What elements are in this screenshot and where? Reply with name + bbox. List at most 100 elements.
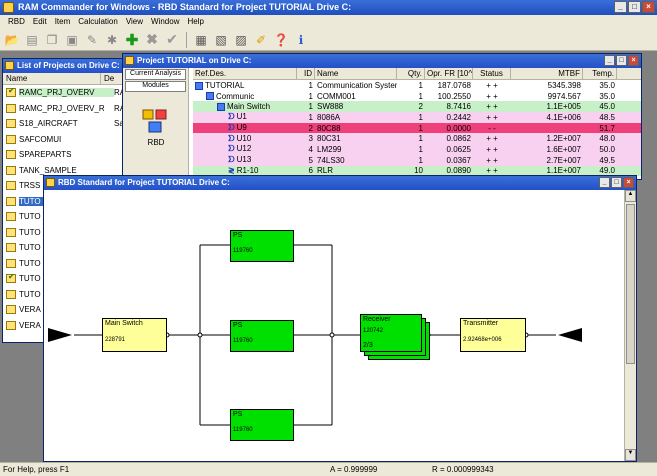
table-row[interactable]: Communic 1 COMM001 1 100.2550 + + 9974.567 35.0	[193, 91, 641, 102]
cell-temp: 35.0	[599, 91, 615, 101]
open-icon[interactable]: ▤	[23, 31, 41, 49]
maximize-button[interactable]: □	[616, 55, 627, 66]
notes-icon[interactable]: ✐	[252, 31, 270, 49]
ref-des-text: R1-10	[236, 166, 259, 176]
project-name: SAFCOMUI	[19, 134, 62, 144]
project-list-item[interactable]: RAMC_PRJ_OVERV_RRAM	[3, 101, 141, 117]
col-id[interactable]: ID	[297, 68, 315, 79]
minimize-button[interactable]: _	[614, 1, 627, 13]
status-availability: A = 0.999999	[330, 465, 378, 474]
status-help: For Help, press F1	[3, 465, 70, 474]
column-name[interactable]: Name	[3, 73, 101, 84]
minimize-button[interactable]: _	[604, 55, 615, 66]
col-qty[interactable]: Qty.	[397, 68, 425, 79]
cell-fr: 0.0367	[446, 155, 471, 165]
cell-name: 8086A	[317, 112, 341, 122]
scroll-thumb[interactable]	[626, 204, 635, 364]
table-row[interactable]: ᗤ U1 1 8086A 1 0.2442 + + 4.1E+006 48.5	[193, 112, 641, 123]
rbd-module-icon[interactable]	[141, 108, 169, 134]
toolbar-separator	[186, 31, 187, 48]
rbd-title: RBD Standard for Project TUTORIAL Drive …	[58, 178, 230, 187]
table-row[interactable]: TUTORIAL 1 Communication System 1 187.0768 + …	[193, 80, 641, 91]
table-row[interactable]: Main Switch 1 SW888 2 8.7416 + + 1.1E+005 45.0	[193, 101, 641, 113]
table-icon[interactable]: ▦	[192, 31, 210, 49]
table-row[interactable]: ᗤ U10 3 80C31 1 0.0862 + + 1.2E+007 48.0	[193, 133, 641, 145]
table-row[interactable]: ᗤ U12 4 LM299 1 0.0625 + + 1.6E+007 50.0	[193, 144, 641, 155]
close-button[interactable]: ×	[628, 55, 639, 66]
project-list-item[interactable]: S18_AIRCRAFTSafe	[3, 116, 141, 132]
menu-help[interactable]: Help	[183, 15, 207, 29]
project-tree-grid: Ref.Des. ID Name Qty. Opr. FR [10^-6] St…	[193, 68, 641, 177]
open-folder-icon[interactable]: 📂	[3, 31, 21, 49]
project-list-item[interactable]: RAMC_PRJ_OVERVRAM	[3, 85, 141, 101]
block-ps-2[interactable]: PS 119760	[230, 320, 294, 352]
cell-id: 1	[308, 102, 313, 112]
col-failure-rate[interactable]: Opr. FR [10^-6]	[425, 68, 473, 79]
close-button[interactable]: ×	[623, 177, 634, 188]
folder-icon	[6, 119, 16, 129]
scroll-down-icon[interactable]: ▼	[625, 449, 636, 461]
rbd-vertical-scrollbar[interactable]: ▲ ▼	[624, 190, 636, 461]
rbd-end-terminal	[558, 328, 582, 342]
col-temp[interactable]: Temp.	[583, 68, 617, 79]
menu-item[interactable]: Item	[51, 15, 75, 29]
report-icon[interactable]: ▧	[212, 31, 230, 49]
cell-mtbf: 1.2E+007	[546, 134, 581, 144]
menu-view[interactable]: View	[122, 15, 147, 29]
help-icon[interactable]: ❓	[272, 31, 290, 49]
copy-icon[interactable]: ❐	[43, 31, 61, 49]
cell-temp: 48.5	[599, 112, 615, 122]
maximize-button[interactable]: □	[628, 1, 641, 13]
scroll-up-icon[interactable]: ▲	[625, 190, 636, 202]
menu-window[interactable]: Window	[147, 15, 183, 29]
properties-icon[interactable]: ✎	[83, 31, 101, 49]
cell-ref-des: TUTORIAL	[193, 81, 297, 90]
paste-icon[interactable]: ▣	[63, 31, 81, 49]
info-icon[interactable]: ℹ	[292, 31, 310, 49]
rbd-window: RBD Standard for Project TUTORIAL Drive …	[43, 175, 637, 462]
block-transmitter[interactable]: Transmitter 2.92468e+006	[460, 318, 526, 352]
cell-name: COMM001	[317, 91, 356, 101]
cell-temp: 49.5	[599, 155, 615, 165]
cell-name: 80C88	[317, 123, 341, 133]
cell-ref-des: ᗤ U10	[193, 134, 297, 144]
minimize-button[interactable]: _	[599, 177, 610, 188]
cell-fr: 0.0890	[446, 166, 471, 176]
assembly-icon	[195, 81, 203, 90]
tab-current-analysis[interactable]: Current Analysis	[125, 69, 186, 80]
cell-id: 4	[308, 144, 313, 154]
cell-name: RLR	[317, 166, 334, 176]
block-ps-1[interactable]: PS 119760	[230, 230, 294, 262]
col-status[interactable]: Status	[473, 68, 511, 79]
close-button[interactable]: ×	[642, 1, 655, 13]
cell-qty: 1	[418, 155, 423, 165]
cell-mtbf: 1.6E+007	[546, 144, 581, 154]
app-title: RAM Commander for Windows - RBD Standard…	[18, 2, 352, 12]
wizard-icon[interactable]: ✱	[103, 31, 121, 49]
col-name[interactable]: Name	[315, 68, 397, 79]
chart-icon[interactable]: ▨	[232, 31, 250, 49]
block-main-switch[interactable]: Main Switch 228791	[102, 318, 167, 352]
menu-rbd[interactable]: RBD	[4, 15, 29, 29]
col-mtbf[interactable]: MTBF	[511, 68, 583, 79]
maximize-button[interactable]: □	[611, 177, 622, 188]
project-list-item[interactable]: SPAREPARTS	[3, 147, 141, 163]
ref-des-text: U9	[236, 123, 247, 133]
delete-icon[interactable]: ✖	[143, 31, 161, 49]
check-icon[interactable]: ✔	[163, 31, 181, 49]
block-receiver[interactable]: Receiver 120742 2/3	[360, 314, 422, 352]
component-icon: ᗤ	[228, 144, 235, 154]
add-icon[interactable]: ✚	[123, 31, 141, 49]
col-ref-des[interactable]: Ref.Des.	[193, 68, 297, 79]
menu-edit[interactable]: Edit	[29, 15, 51, 29]
cell-ref-des: ᗤ U9	[193, 123, 297, 133]
block-ps-3[interactable]: PS 119760	[230, 409, 294, 441]
menu-calculation[interactable]: Calculation	[74, 15, 122, 29]
cell-status: + +	[486, 80, 498, 90]
table-row[interactable]: ᗤ U13 5 74LS30 1 0.0367 + + 2.7E+007 49.5	[193, 154, 641, 166]
ref-des-text: Communic	[216, 91, 255, 101]
project-list-item[interactable]: SAFCOMUI	[3, 132, 141, 148]
rbd-canvas[interactable]: Main Switch 228791 PS 119760 PS 119760 P…	[44, 190, 624, 461]
table-row[interactable]: ᗤ U9 2 80C88 1 0.0000 - - 51.7	[193, 122, 641, 134]
tab-modules[interactable]: Modules	[125, 81, 186, 92]
